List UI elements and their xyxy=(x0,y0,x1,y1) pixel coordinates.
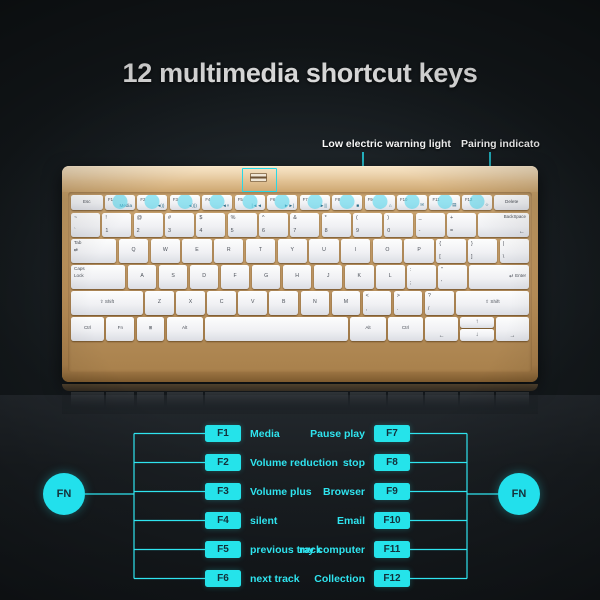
diagram-key-box-f8[interactable]: F8 xyxy=(374,454,410,471)
diagram-key-label: F11 xyxy=(383,544,401,555)
diagram-key-label: F9 xyxy=(386,486,398,497)
diagram-key-label: F12 xyxy=(383,573,401,584)
diagram-function-label-f10: Email xyxy=(336,515,365,527)
diagram-key-box-f12[interactable]: F12 xyxy=(374,570,410,587)
diagram-key-box-f7[interactable]: F7 xyxy=(374,425,410,442)
diagram-key-box-f9[interactable]: F9 xyxy=(374,483,410,500)
diagram-key-box-f6[interactable]: F6 xyxy=(205,570,241,587)
diagram-key-label: F8 xyxy=(386,457,398,468)
diagram-function-label-f11: my computer xyxy=(299,544,365,556)
diagram-function-label-f8: stop xyxy=(342,457,365,469)
diagram-key-label: F2 xyxy=(217,457,229,468)
diagram-function-label-f4: silent xyxy=(250,515,278,527)
diagram-key-box-f2[interactable]: F2 xyxy=(205,454,241,471)
fn-node-left: FN xyxy=(43,473,85,515)
diagram-key-label: F7 xyxy=(386,428,398,439)
diagram-key-box-f3[interactable]: F3 xyxy=(205,483,241,500)
diagram-key-label: F1 xyxy=(217,428,229,439)
diagram-key-box-f11[interactable]: F11 xyxy=(374,541,410,558)
diagram-key-box-f1[interactable]: F1 xyxy=(205,425,241,442)
diagram-function-label-f3: Volume plus xyxy=(250,486,312,498)
diagram-key-label: F5 xyxy=(217,544,229,555)
diagram-function-label-f7: Pause play xyxy=(310,428,365,440)
diagram-function-label-f2: Volume reduction xyxy=(250,457,338,469)
diagram-key-label: F10 xyxy=(383,515,401,526)
diagram-key-label: F4 xyxy=(217,515,229,526)
diagram-function-label-f9: Browser xyxy=(322,486,365,498)
diagram-key-label: F3 xyxy=(217,486,229,497)
diagram-key-box-f4[interactable]: F4 xyxy=(205,512,241,529)
diagram-function-label-f1: Media xyxy=(250,428,280,440)
product-infographic: 12 multimedia shortcut keys Low electric… xyxy=(0,0,600,600)
diagram-key-box-f10[interactable]: F10 xyxy=(374,512,410,529)
diagram-function-label-f6: next track xyxy=(250,573,300,585)
fn-node-right: FN xyxy=(498,473,540,515)
diagram-function-label-f12: Collection xyxy=(314,573,365,585)
diagram-key-box-f5[interactable]: F5 xyxy=(205,541,241,558)
diagram-key-label: F6 xyxy=(217,573,229,584)
